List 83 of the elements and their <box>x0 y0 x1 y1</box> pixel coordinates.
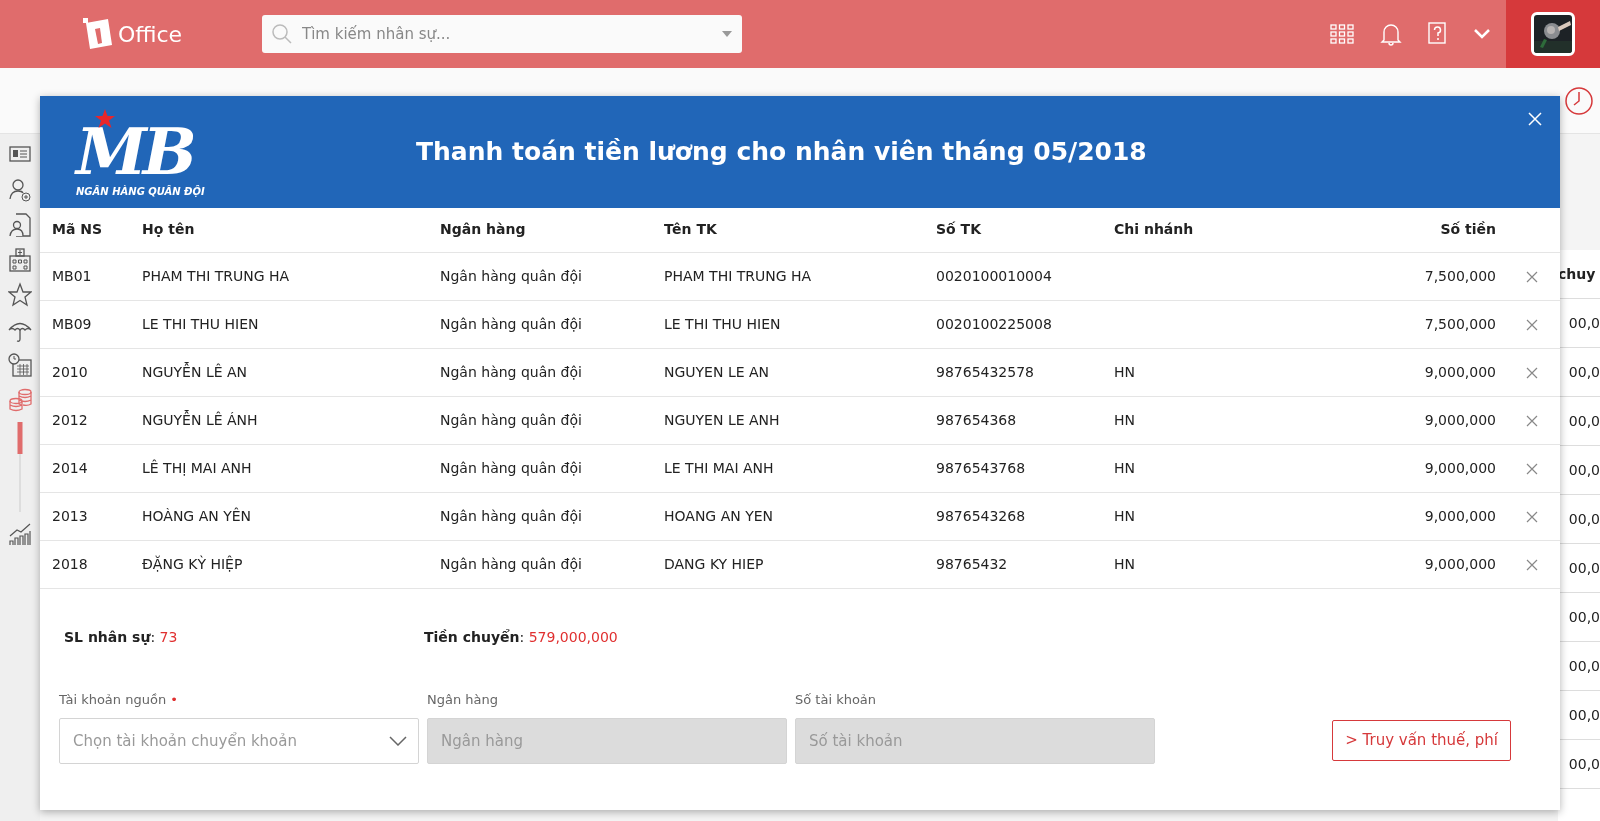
user-document-icon[interactable] <box>8 212 32 238</box>
table-cell: 2010 <box>52 363 88 380</box>
table-cell: 987654368 <box>936 411 1017 428</box>
scrollbar[interactable] <box>17 422 23 512</box>
search-field[interactable]: Tìm kiếm nhân sự... <box>262 15 742 53</box>
table-cell: NGUYỄN LÊ ÁNH <box>142 411 258 428</box>
help-icon[interactable] <box>1428 22 1448 46</box>
table-cell: 0020100225008 <box>936 315 1052 332</box>
table-cell: Ngân hàng quân đội <box>440 459 582 476</box>
table-cell: 2013 <box>52 507 88 524</box>
user-add-icon[interactable] <box>8 177 32 203</box>
table-cell: 9,000,000 <box>1424 459 1496 476</box>
logo-text: Office <box>117 20 183 49</box>
column-header: Tên TK <box>664 221 717 238</box>
table-cell: HOANG AN YEN <box>664 507 774 524</box>
column-header: Số TK <box>936 221 981 238</box>
table-cell: 9,000,000 <box>1424 507 1496 524</box>
search-icon <box>271 23 293 45</box>
table-cell: NGUYEN LE ANH <box>664 411 780 428</box>
bank-tagline: NGÂN HÀNG QUÂN ĐỘI <box>76 184 206 199</box>
column-header: Số tiền <box>1440 221 1496 238</box>
table-cell: NGUYỄN LÊ AN <box>142 363 248 380</box>
table-cell: 7,500,000 <box>1424 267 1496 284</box>
table-cell: 9876543268 <box>936 507 1026 524</box>
table-cell: 98765432 <box>936 555 1008 572</box>
caret-icon <box>722 31 732 37</box>
modal-title: Thanh toán tiền lương cho nhân viên tháng 05/2018 <box>416 136 1147 169</box>
table-cell: PHAM THI TRUNG HA <box>142 267 290 284</box>
table-cell: 2014 <box>52 459 88 476</box>
column-header: Họ tên <box>142 221 195 238</box>
table-cell: Ngân hàng quân đội <box>440 267 582 284</box>
field-label: Ngân hàng <box>427 690 499 709</box>
summary-text: SL nhân sự: 73 <box>64 628 178 645</box>
table-cell: MB01 <box>52 267 92 284</box>
table-cell: Ngân hàng quân đội <box>440 507 582 524</box>
close-icon <box>1528 112 1542 126</box>
field-label: Số tài khoản <box>795 690 878 709</box>
star-icon[interactable] <box>8 282 32 308</box>
table-cell: 9,000,000 <box>1424 363 1496 380</box>
table-cell: 7,500,000 <box>1424 315 1496 332</box>
clock-icon[interactable] <box>1564 85 1594 116</box>
table-cell: HN <box>1114 363 1135 380</box>
table-cell: LÊ THỊ MAI ANH <box>142 459 252 476</box>
table-cell: 9,000,000 <box>1424 411 1496 428</box>
table-cell: HN <box>1114 555 1135 572</box>
table-cell: LE THI MAI ANH <box>664 459 774 476</box>
table-cell: 2012 <box>52 411 88 428</box>
table-cell: MB09 <box>52 315 92 332</box>
bar-chart-icon[interactable] <box>8 521 32 547</box>
table-cell: 9876543768 <box>936 459 1026 476</box>
table-cell: 98765432578 <box>936 363 1034 380</box>
column-header: Chi nhánh <box>1114 221 1194 238</box>
table-cell: HN <box>1114 507 1135 524</box>
summary-text: Tiền chuyển: 579,000,000 <box>424 628 618 645</box>
table-cell: NGUYEN LE AN <box>664 363 770 380</box>
apps-grid-icon[interactable] <box>1330 24 1354 44</box>
calendar-clock-icon[interactable] <box>8 352 32 378</box>
field-label: Tài khoản nguồn • <box>59 690 179 709</box>
table-cell: HOÀNG AN YÊN <box>142 507 252 524</box>
table-cell: HN <box>1114 411 1135 428</box>
table-cell: HN <box>1114 459 1135 476</box>
table-cell: Ngân hàng quân đội <box>440 315 582 332</box>
table-cell: Ngân hàng quân đội <box>440 411 582 428</box>
chevron-down-icon[interactable] <box>1474 29 1490 39</box>
table-cell: DANG KY HIEP <box>664 555 764 572</box>
table-cell: LE THI THU HIEN <box>142 315 259 332</box>
table-cell: PHAM THI TRUNG HA <box>664 267 812 284</box>
table-cell: 9,000,000 <box>1424 555 1496 572</box>
table-cell: 0020100010004 <box>936 267 1052 284</box>
coins-icon[interactable] <box>8 387 32 413</box>
table-cell: ĐẶNG KỲ HIỆP <box>142 555 243 572</box>
table-cell: Ngân hàng quân đội <box>440 555 582 572</box>
table-cell: LE THI THU HIEN <box>664 315 781 332</box>
query-button[interactable]: > Truy vấn thuế, phí <box>1332 720 1511 761</box>
table-cell: 2018 <box>52 555 88 572</box>
column-header: Mã NS <box>52 221 103 238</box>
table-cell: Ngân hàng quân đội <box>440 363 582 380</box>
hospital-icon[interactable] <box>8 247 32 273</box>
chevron-down-icon <box>389 736 407 746</box>
column-header: Ngân hàng <box>440 221 526 238</box>
dropdown-field[interactable]: Chọn tài khoản chuyển khoản <box>59 718 419 764</box>
bell-icon[interactable] <box>1380 22 1402 46</box>
bank-logo-text: MB <box>76 120 193 184</box>
